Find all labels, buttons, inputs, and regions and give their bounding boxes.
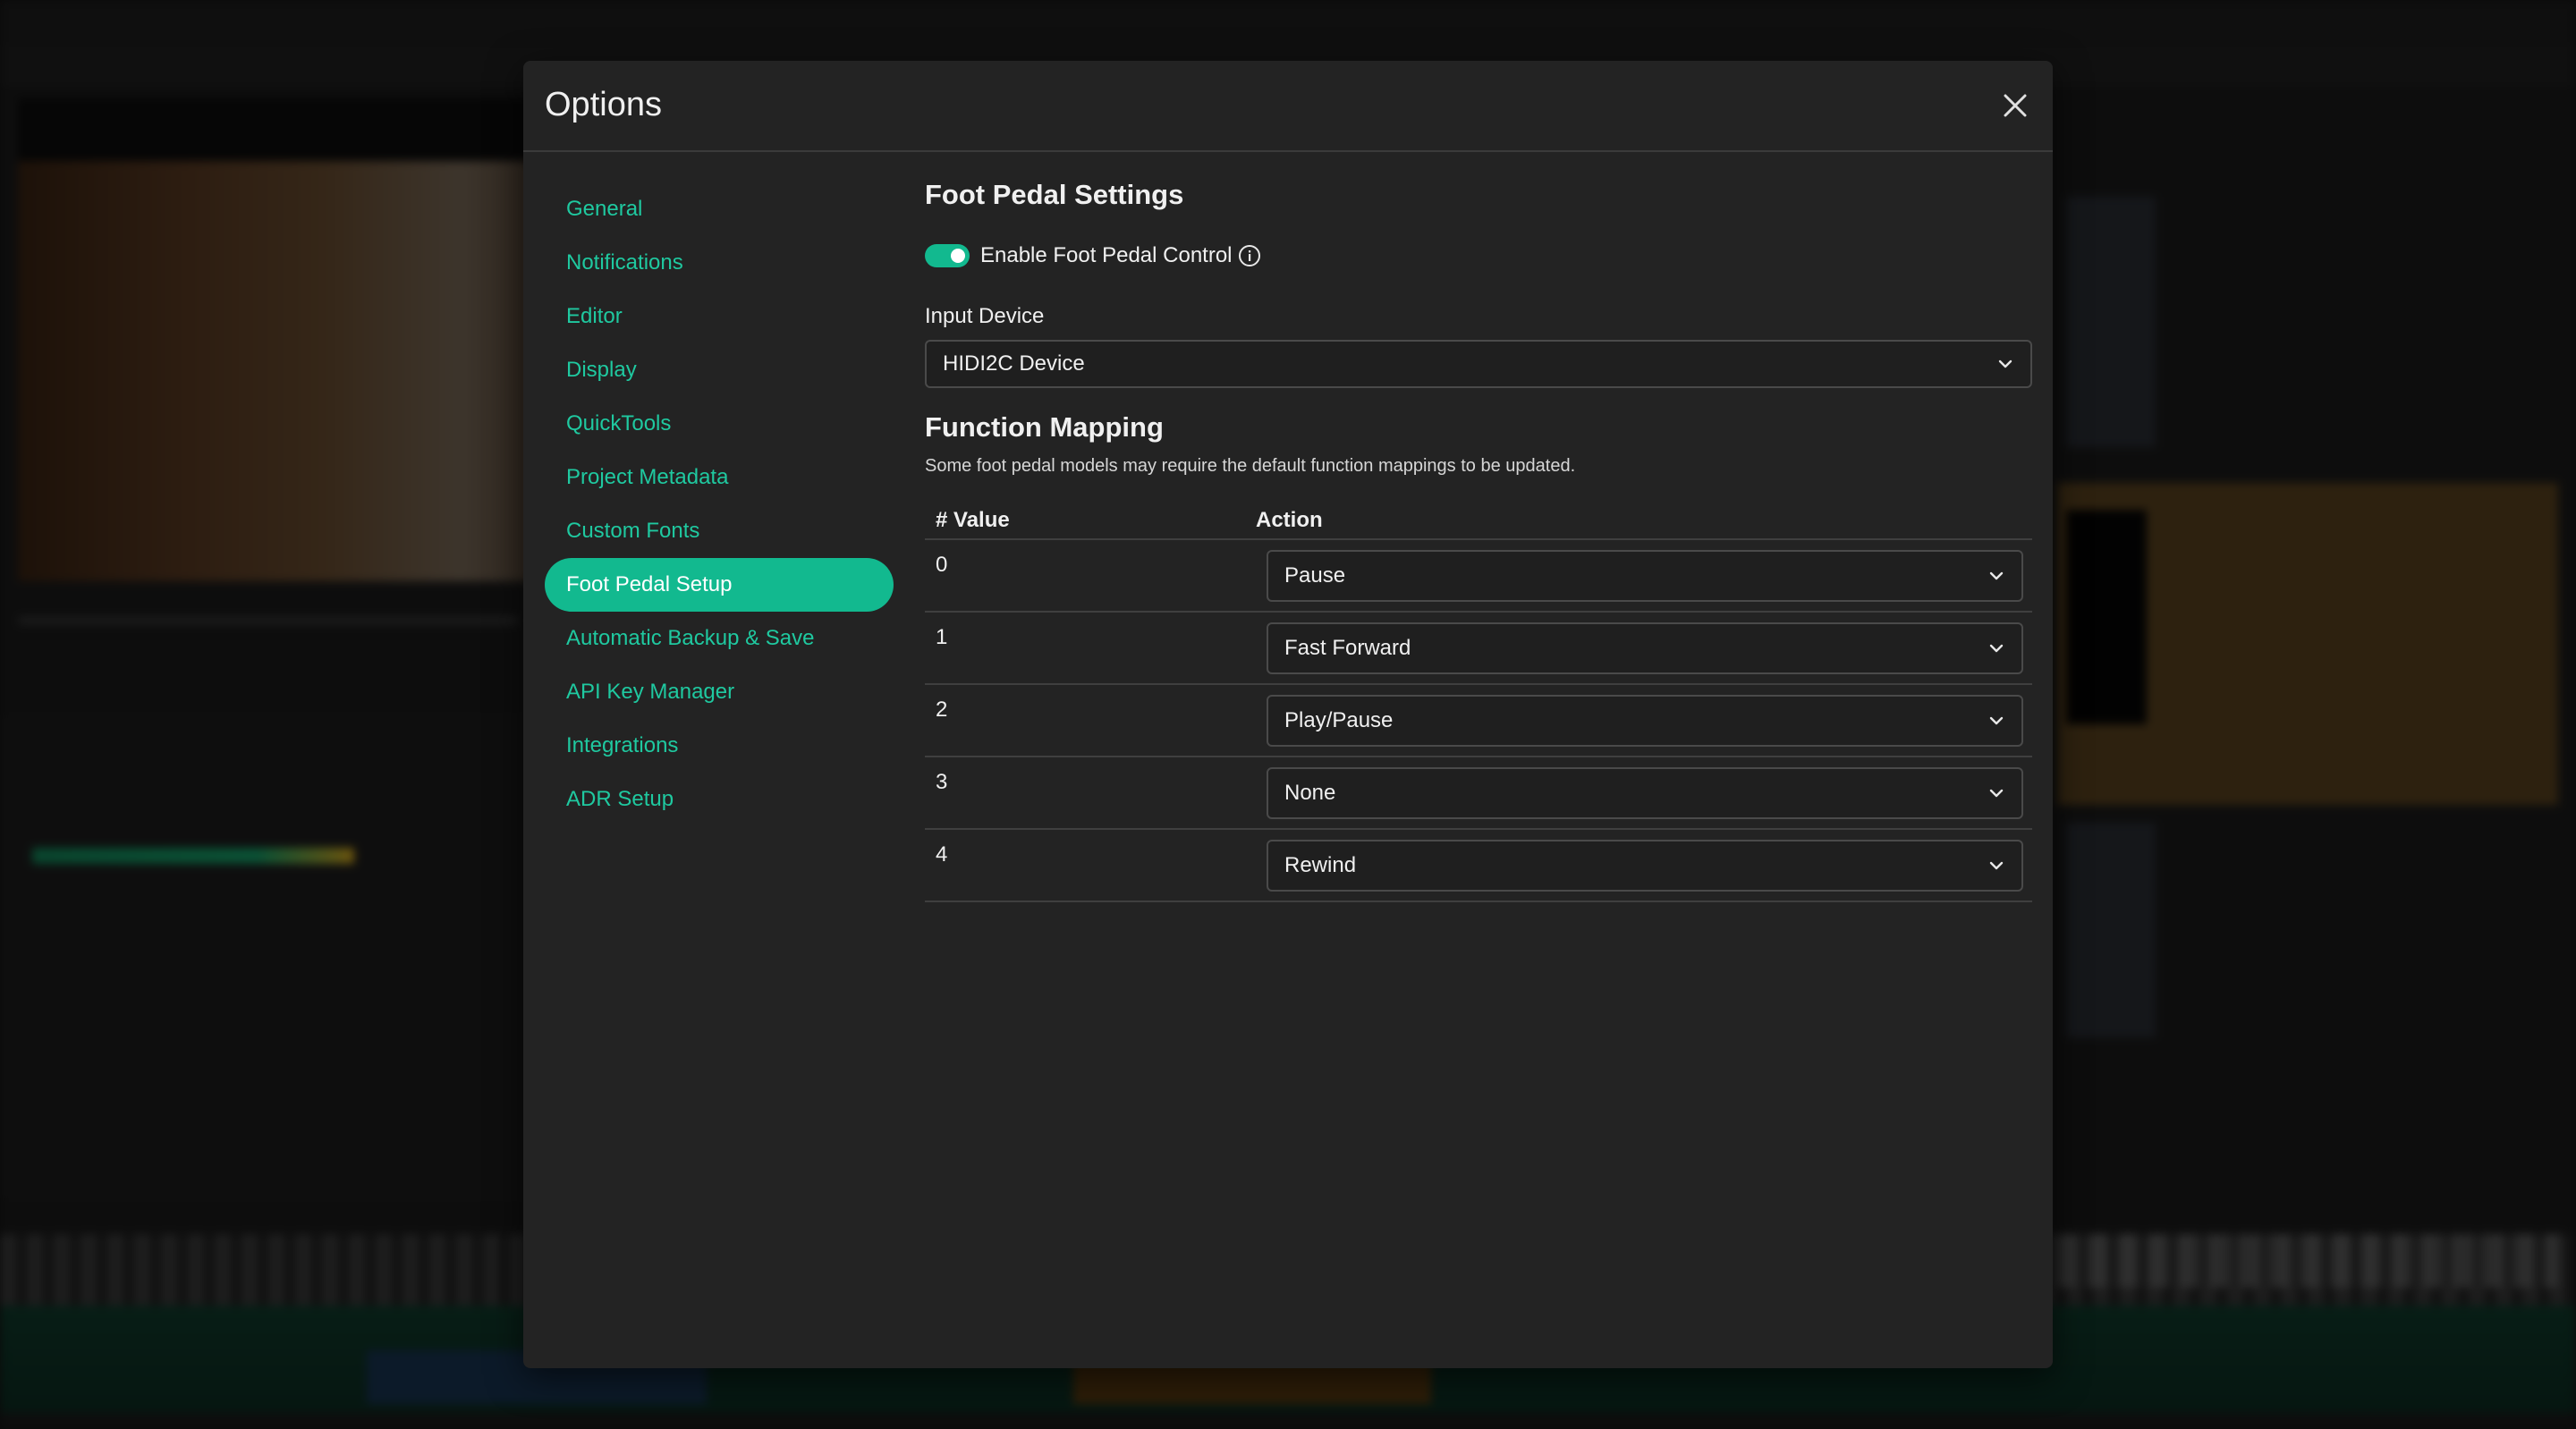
options-sidebar: General Notifications Editor Display Qui… [545, 182, 894, 826]
sidebar-item-notifications[interactable]: Notifications [545, 236, 894, 290]
action-value: Play/Pause [1284, 708, 1394, 732]
chevron-down-icon [1989, 861, 2004, 870]
enable-foot-pedal-label: Enable Foot Pedal Control [980, 243, 1233, 267]
pedal-value: 4 [936, 842, 948, 867]
pedal-value: 3 [936, 770, 948, 794]
chevron-down-icon [1989, 716, 2004, 725]
sidebar-item-automatic-backup[interactable]: Automatic Backup & Save [545, 612, 894, 665]
table-row: 0 Pause [925, 540, 2032, 613]
action-select-1[interactable]: Fast Forward [1267, 622, 2023, 674]
close-icon [2004, 94, 2027, 117]
sidebar-item-quicktools[interactable]: QuickTools [545, 397, 894, 451]
input-device-value: HIDI2C Device [943, 351, 1085, 376]
chevron-down-icon [1998, 359, 2012, 368]
sidebar-item-api-key-manager[interactable]: API Key Manager [545, 665, 894, 719]
table-header: # Value Action [925, 503, 2032, 540]
chevron-down-icon [1989, 789, 2004, 798]
column-header-value: # Value [936, 508, 1010, 532]
function-mapping-title: Function Mapping [925, 411, 1164, 443]
sidebar-item-display[interactable]: Display [545, 343, 894, 397]
action-value: Pause [1284, 563, 1346, 588]
sidebar-item-adr-setup[interactable]: ADR Setup [545, 773, 894, 826]
table-row: 3 None [925, 757, 2032, 830]
dialog-header: Options [523, 61, 2053, 152]
action-value: None [1284, 781, 1336, 805]
sidebar-item-custom-fonts[interactable]: Custom Fonts [545, 504, 894, 558]
close-button[interactable] [1997, 88, 2033, 123]
sidebar-item-integrations[interactable]: Integrations [545, 719, 894, 773]
dialog-title: Options [545, 86, 662, 123]
input-device-label: Input Device [925, 304, 1045, 328]
action-select-0[interactable]: Pause [1267, 550, 2023, 602]
toggle-knob [951, 249, 965, 263]
sidebar-item-project-metadata[interactable]: Project Metadata [545, 451, 894, 504]
pedal-value: 2 [936, 698, 948, 722]
foot-pedal-settings-panel: Foot Pedal Settings Enable Foot Pedal Co… [925, 177, 2032, 902]
section-title: Foot Pedal Settings [925, 179, 1184, 210]
action-select-4[interactable]: Rewind [1267, 840, 2023, 892]
table-row: 1 Fast Forward [925, 613, 2032, 685]
table-row: 4 Rewind [925, 830, 2032, 902]
function-mapping-table: # Value Action 0 Pause 1 Fast Forward 2 … [925, 503, 2032, 902]
sidebar-item-general[interactable]: General [545, 182, 894, 236]
sidebar-item-foot-pedal-setup[interactable]: Foot Pedal Setup [545, 558, 894, 612]
enable-foot-pedal-toggle[interactable] [925, 244, 970, 267]
enable-foot-pedal-row: Enable Foot Pedal Control [925, 240, 2032, 272]
chevron-down-icon [1989, 644, 2004, 653]
pedal-value: 0 [936, 553, 948, 577]
table-row: 2 Play/Pause [925, 685, 2032, 757]
column-header-action: Action [1256, 508, 1323, 532]
options-dialog: Options General Notifications Editor Dis… [523, 61, 2053, 1368]
info-icon[interactable] [1238, 244, 1261, 267]
pedal-value: 1 [936, 625, 948, 649]
action-select-3[interactable]: None [1267, 767, 2023, 819]
chevron-down-icon [1989, 571, 2004, 580]
sidebar-item-editor[interactable]: Editor [545, 290, 894, 343]
input-device-select[interactable]: HIDI2C Device [925, 340, 2032, 388]
action-value: Fast Forward [1284, 636, 1411, 660]
action-value: Rewind [1284, 853, 1357, 877]
action-select-2[interactable]: Play/Pause [1267, 695, 2023, 747]
function-mapping-help: Some foot pedal models may require the d… [925, 456, 1576, 476]
